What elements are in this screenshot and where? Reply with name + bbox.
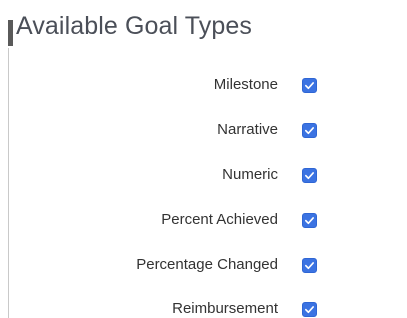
goal-type-checkbox-milestone[interactable] bbox=[302, 78, 317, 93]
goal-type-row-narrative: Narrative bbox=[0, 116, 407, 144]
checkmark-icon bbox=[305, 306, 314, 314]
goal-type-row-percentage-changed: Percentage Changed bbox=[0, 251, 407, 279]
available-goal-types-panel: Available Goal Types Milestone Narrative… bbox=[0, 0, 407, 318]
goal-type-label: Numeric bbox=[222, 166, 278, 183]
goal-type-checkbox-narrative[interactable] bbox=[302, 123, 317, 138]
checkmark-icon bbox=[305, 82, 314, 90]
goal-type-label: Percent Achieved bbox=[161, 211, 278, 228]
checkmark-icon bbox=[305, 262, 314, 270]
goal-type-checkbox-numeric[interactable] bbox=[302, 168, 317, 183]
goal-type-label: Milestone bbox=[213, 76, 278, 93]
checkmark-icon bbox=[305, 217, 314, 225]
goal-type-label: Narrative bbox=[217, 121, 278, 138]
goal-type-list: Milestone Narrative Numeric Percent Achi… bbox=[0, 0, 407, 318]
goal-type-label: Reimbursement bbox=[172, 300, 278, 317]
goal-type-row-reimbursement: Reimbursement bbox=[0, 295, 407, 318]
goal-type-checkbox-percentage-changed[interactable] bbox=[302, 258, 317, 273]
checkmark-icon bbox=[305, 127, 314, 135]
checkmark-icon bbox=[305, 172, 314, 180]
goal-type-label: Percentage Changed bbox=[136, 256, 278, 273]
goal-type-row-percent-achieved: Percent Achieved bbox=[0, 206, 407, 234]
goal-type-row-numeric: Numeric bbox=[0, 161, 407, 189]
goal-type-checkbox-percent-achieved[interactable] bbox=[302, 213, 317, 228]
goal-type-checkbox-reimbursement[interactable] bbox=[302, 302, 317, 317]
goal-type-row-milestone: Milestone bbox=[0, 71, 407, 99]
